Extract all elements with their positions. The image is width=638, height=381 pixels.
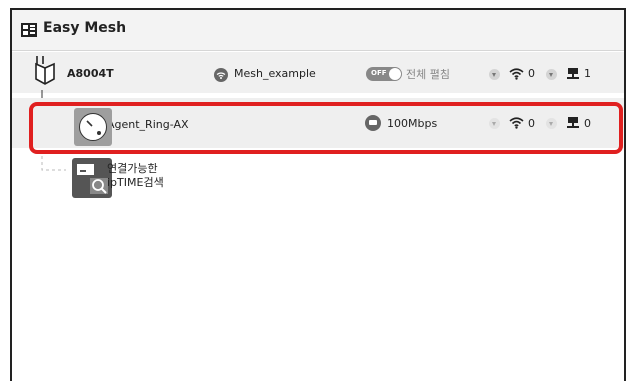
- easy-mesh-window: Easy Mesh A8004T Mesh_example OFF 전체 펼침: [10, 8, 626, 381]
- agent-row-highlight: [29, 102, 623, 154]
- magnifier-icon: [77, 164, 108, 194]
- search-line-2[interactable]: ipTIME검색: [107, 174, 164, 190]
- search-devices-button[interactable]: [72, 158, 112, 198]
